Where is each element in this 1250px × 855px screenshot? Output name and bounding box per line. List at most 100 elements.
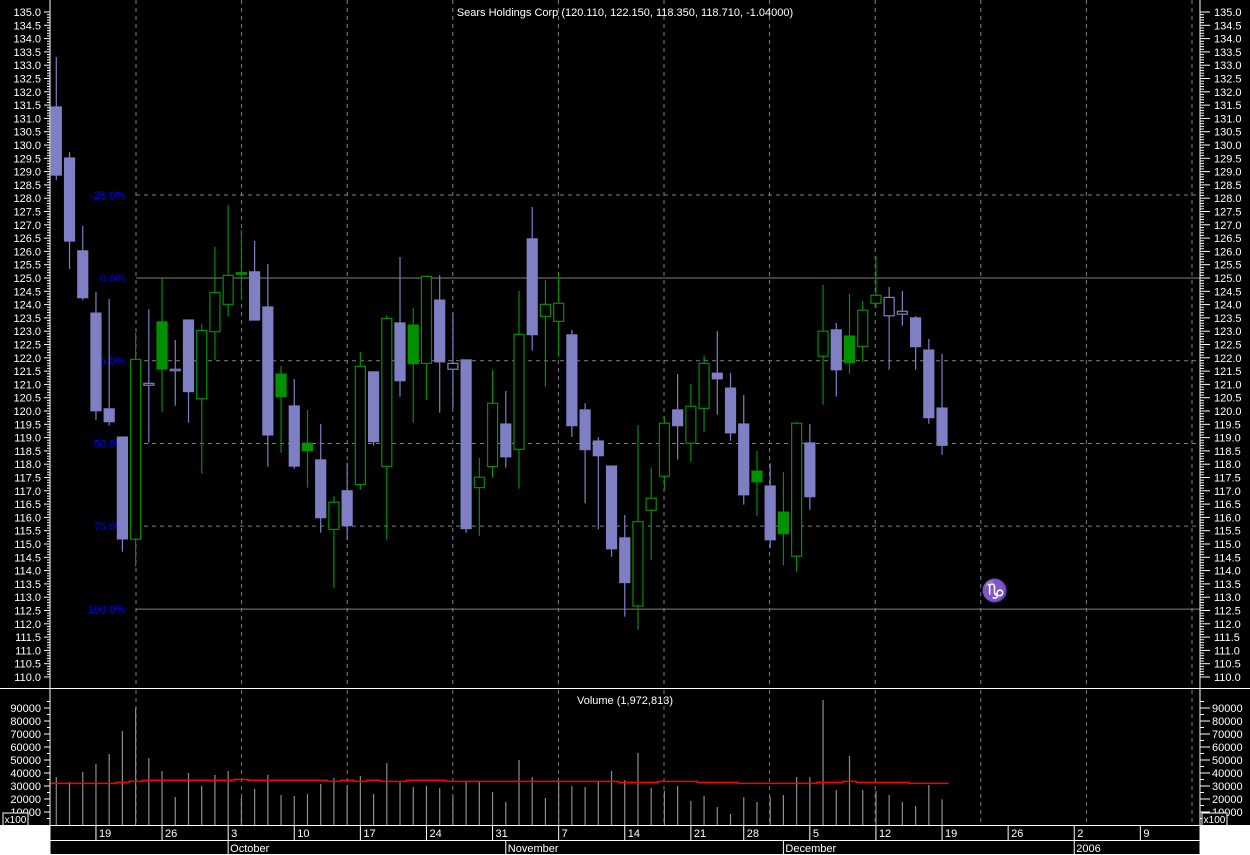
left-price-label: 123.5 <box>13 313 41 325</box>
candle-body <box>936 407 948 446</box>
right-price-label: 130.5 <box>1214 127 1242 139</box>
left-volume-label: 20000 <box>10 794 41 806</box>
left-price-label: 111.5 <box>15 632 41 644</box>
candle-body <box>420 275 433 364</box>
left-price-label: 115.5 <box>14 526 41 538</box>
left-volume-label: 60000 <box>10 742 41 754</box>
day-label: 3 <box>231 828 237 840</box>
left-price-label: 124.0 <box>13 300 41 312</box>
left-price-label: 125.5 <box>13 260 41 272</box>
candle-body <box>301 442 314 452</box>
day-label: 12 <box>879 828 891 840</box>
candle-body <box>619 537 631 584</box>
left-price-label: 120.0 <box>13 406 41 418</box>
chart-title: Sears Holdings Corp (120.110, 122.150, 1… <box>457 7 793 19</box>
left-price-label: 117.0 <box>14 486 41 498</box>
right-price-label: 135.0 <box>1214 7 1242 19</box>
right-price-label: 133.0 <box>1214 60 1242 72</box>
candle-body <box>500 423 512 458</box>
candle-body <box>434 299 446 363</box>
left-price-label: 126.5 <box>13 233 41 245</box>
right-price-label: 120.0 <box>1214 406 1242 418</box>
candle-body <box>182 319 195 393</box>
candle-body <box>288 405 300 467</box>
candle-body <box>103 408 115 423</box>
left-price-label: 118.5 <box>14 446 41 458</box>
day-label: 9 <box>1143 828 1149 840</box>
candle-body <box>632 521 644 607</box>
candle <box>130 333 142 567</box>
right-price-label: 126.0 <box>1214 246 1242 258</box>
right-price-label: 113.0 <box>1214 592 1241 604</box>
candle <box>566 329 578 437</box>
day-label: 31 <box>496 828 508 840</box>
candle-body <box>143 382 155 386</box>
left-price-label: 119.5 <box>14 419 41 431</box>
day-label: 19 <box>945 828 957 840</box>
candle-body <box>341 490 353 527</box>
right-price-label: 125.5 <box>1214 260 1242 272</box>
left-price-label: 115.0 <box>14 539 41 551</box>
candle-body <box>460 359 472 530</box>
right-price-label: 111.5 <box>1214 632 1240 644</box>
right-volume-label: 50000 <box>1212 755 1243 767</box>
candle <box>923 338 935 424</box>
right-price-label: 112.5 <box>1214 606 1241 618</box>
candle-body <box>777 511 790 535</box>
right-price-label: 131.5 <box>1214 100 1242 112</box>
candle-body <box>791 422 803 557</box>
right-price-label: 121.0 <box>1214 379 1242 391</box>
left-price-label: 129.0 <box>13 167 41 179</box>
right-price-label: 110.5 <box>1214 659 1241 671</box>
right-price-label: 112.0 <box>1214 619 1241 631</box>
candle-body <box>381 317 393 467</box>
right-price-label: 122.5 <box>1214 340 1242 352</box>
right-volume-label: 70000 <box>1212 729 1243 741</box>
right-volume-label: 30000 <box>1212 781 1243 793</box>
right-price-label: 128.0 <box>1214 193 1242 205</box>
candle-body <box>315 459 327 519</box>
left-price-label: 127.5 <box>13 207 41 219</box>
left-price-label: 131.0 <box>13 113 41 125</box>
left-price-label: 132.0 <box>13 87 41 99</box>
right-price-label: 124.5 <box>1214 286 1242 298</box>
candle <box>116 436 129 552</box>
right-volume-label: 90000 <box>1212 703 1243 715</box>
right-price-label: 132.5 <box>1214 74 1242 86</box>
candle-body <box>592 440 604 457</box>
candle <box>460 359 472 533</box>
left-price-label: 135.0 <box>13 7 41 19</box>
right-price-label: 123.0 <box>1214 326 1242 338</box>
candle-body <box>724 387 737 434</box>
candle-body <box>764 485 776 541</box>
right-price-label: 117.5 <box>1214 473 1241 485</box>
right-price-label: 121.5 <box>1214 366 1242 378</box>
right-price-label: 126.5 <box>1214 233 1242 245</box>
day-label: 28 <box>747 828 759 840</box>
left-price-label: 134.0 <box>13 34 41 46</box>
day-label: 26 <box>1011 828 1023 840</box>
volume-unit-label: x100 <box>1204 815 1226 826</box>
candle-body <box>843 335 856 364</box>
candle-body <box>672 409 684 427</box>
right-price-label: 129.5 <box>1214 153 1242 165</box>
candle-body <box>394 322 406 382</box>
day-label: 19 <box>99 828 111 840</box>
right-price-label: 123.5 <box>1214 313 1242 325</box>
day-label: 5 <box>813 828 819 840</box>
left-volume-label: 90000 <box>10 703 41 715</box>
left-price-label: 117.5 <box>14 473 41 485</box>
candle-body <box>883 296 895 317</box>
candle-body <box>222 274 234 305</box>
month-label: October <box>230 843 269 855</box>
candle-body <box>751 470 763 483</box>
month-label: November <box>508 843 559 855</box>
candle-body <box>130 358 142 540</box>
right-price-label: 115.0 <box>1214 539 1241 551</box>
left-price-label: 119.0 <box>14 433 41 445</box>
candle-body <box>262 306 274 436</box>
candle-body <box>473 476 485 489</box>
candle-body <box>553 302 565 322</box>
candle-body <box>526 238 538 336</box>
right-price-label: 130.0 <box>1214 140 1242 152</box>
